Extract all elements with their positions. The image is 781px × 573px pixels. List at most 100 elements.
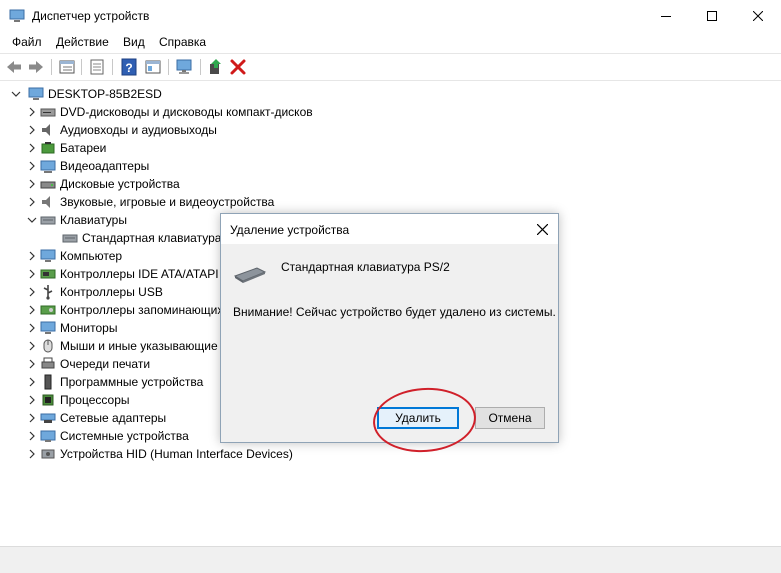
chevron-down-icon[interactable] [8, 85, 24, 103]
close-icon [753, 11, 763, 21]
tree-item[interactable]: Контроллеры IDE ATA/ATAPI [24, 265, 219, 283]
help-icon[interactable]: ? [120, 58, 138, 76]
dialog-title: Удаление устройства [230, 223, 350, 237]
dialog-title-bar: Удаление устройства [221, 214, 558, 244]
tree-item[interactable]: Аудиовходы и аудиовыходы [24, 121, 217, 139]
chevron-down-icon[interactable] [24, 211, 40, 229]
hid-icon [41, 449, 55, 459]
chevron-right-icon[interactable] [24, 121, 40, 139]
chevron-right-icon[interactable] [24, 355, 40, 373]
close-icon [536, 223, 548, 235]
tree-item[interactable]: Процессоры [24, 391, 130, 409]
chevron-right-icon[interactable] [24, 103, 40, 121]
chevron-right-icon[interactable] [24, 373, 40, 391]
device-manager-icon [9, 9, 25, 22]
warning-text: Внимание! Сейчас устройство будет удален… [233, 305, 556, 319]
tree-item[interactable]: Звуковые, игровые и видеоустройства [24, 193, 274, 211]
tree-root-label: DESKTOP-85B2ESD [48, 87, 162, 101]
chevron-right-icon[interactable] [24, 427, 40, 445]
close-button[interactable] [735, 0, 781, 32]
keyboard-icon [40, 216, 56, 225]
display-adapter-icon [40, 160, 56, 173]
uninstall-icon[interactable] [229, 58, 247, 76]
menu-view[interactable]: Вид [123, 35, 145, 49]
tree-item-label: Контроллеры USB [60, 285, 163, 299]
tree-item[interactable]: Мониторы [24, 319, 117, 337]
keyboard-icon [233, 267, 267, 283]
chevron-right-icon[interactable] [24, 139, 40, 157]
tree-item-label: DVD-дисководы и дисководы компакт-дисков [60, 105, 313, 119]
chevron-right-icon[interactable] [24, 265, 40, 283]
maximize-icon [707, 11, 717, 21]
tree-item[interactable]: Контроллеры USB [24, 283, 163, 301]
menu-action[interactable]: Действие [56, 35, 109, 49]
tree-item-label: Мониторы [60, 321, 118, 335]
chevron-right-icon[interactable] [24, 157, 40, 175]
chevron-right-icon[interactable] [24, 337, 40, 355]
dvd-drive-icon [40, 108, 56, 117]
tree-item-label: Батареи [60, 141, 107, 155]
minimize-icon [661, 16, 671, 17]
chevron-right-icon[interactable] [24, 409, 40, 427]
tree-item[interactable]: Устройства HID (Human Interface Devices) [24, 445, 293, 463]
chevron-right-icon[interactable] [24, 319, 40, 337]
battery-icon [41, 142, 55, 154]
processor-icon [42, 394, 54, 406]
tree-item-label: Компьютер [60, 249, 123, 263]
back-icon[interactable] [5, 58, 23, 76]
window-title: Диспетчер устройств [32, 9, 150, 23]
mouse-icon [43, 339, 53, 353]
monitor-icon [40, 321, 56, 334]
computer-icon [28, 87, 44, 100]
sound-device-icon [42, 196, 50, 208]
chevron-right-icon[interactable] [24, 193, 40, 211]
chevron-right-icon[interactable] [24, 391, 40, 409]
tree-item[interactable]: Очереди печати [24, 355, 150, 373]
tree-item[interactable]: Дисковые устройства [24, 175, 180, 193]
tree-item[interactable]: Клавиатуры [24, 211, 127, 229]
tree-item[interactable]: DVD-дисководы и дисководы компакт-дисков [24, 103, 313, 121]
tree-root[interactable]: DESKTOP-85B2ESD [8, 85, 162, 103]
details-icon[interactable] [144, 58, 162, 76]
svg-text:?: ? [125, 61, 132, 75]
properties-view-icon[interactable] [58, 58, 76, 76]
menu-file[interactable]: Файл [12, 35, 42, 49]
tree-item[interactable]: Батареи [24, 139, 106, 157]
tree-item[interactable]: Программные устройства [24, 373, 203, 391]
maximize-button[interactable] [689, 0, 735, 32]
tree-item-label: Системные устройства [60, 429, 189, 443]
usb-icon [43, 285, 53, 300]
tree-item-label: Устройства HID (Human Interface Devices) [60, 447, 293, 461]
device-name: Стандартная клавиатура PS/2 [281, 260, 450, 274]
ide-controller-icon [40, 269, 56, 279]
update-driver-icon[interactable] [207, 58, 225, 76]
menu-help[interactable]: Справка [159, 35, 206, 49]
toolbar-separator [112, 59, 113, 75]
scan-hardware-icon[interactable] [175, 58, 193, 76]
minimize-button[interactable] [643, 0, 689, 32]
toolbar: ? [0, 53, 781, 81]
tree-item[interactable]: Системные устройства [24, 427, 189, 445]
chevron-right-icon[interactable] [24, 301, 40, 319]
toolbar-separator [81, 59, 82, 75]
dialog-close-button[interactable] [526, 214, 558, 244]
list-view-icon[interactable] [88, 58, 106, 76]
chevron-right-icon[interactable] [24, 175, 40, 193]
tree-item[interactable]: Компьютер [24, 247, 122, 265]
cancel-button[interactable]: Отмена [475, 407, 545, 429]
forward-icon[interactable] [27, 58, 45, 76]
tree-item-label: Процессоры [60, 393, 130, 407]
tree-item-label: Программные устройства [60, 375, 204, 389]
chevron-right-icon[interactable] [24, 283, 40, 301]
tree-item-label: Аудиовходы и аудиовыходы [60, 123, 217, 137]
tree-item-label: Очереди печати [60, 357, 151, 371]
tree-item-label: Дисковые устройства [60, 177, 180, 191]
title-bar: Диспетчер устройств [0, 0, 781, 32]
tree-item-label: Видеоадаптеры [60, 159, 150, 173]
chevron-right-icon[interactable] [24, 445, 40, 463]
tree-item[interactable]: Сетевые адаптеры [24, 409, 166, 427]
toolbar-separator [51, 59, 52, 75]
tree-item[interactable]: Видеоадаптеры [24, 157, 149, 175]
chevron-right-icon[interactable] [24, 247, 40, 265]
tree-item-label: Контроллеры IDE ATA/ATAPI [60, 267, 219, 281]
